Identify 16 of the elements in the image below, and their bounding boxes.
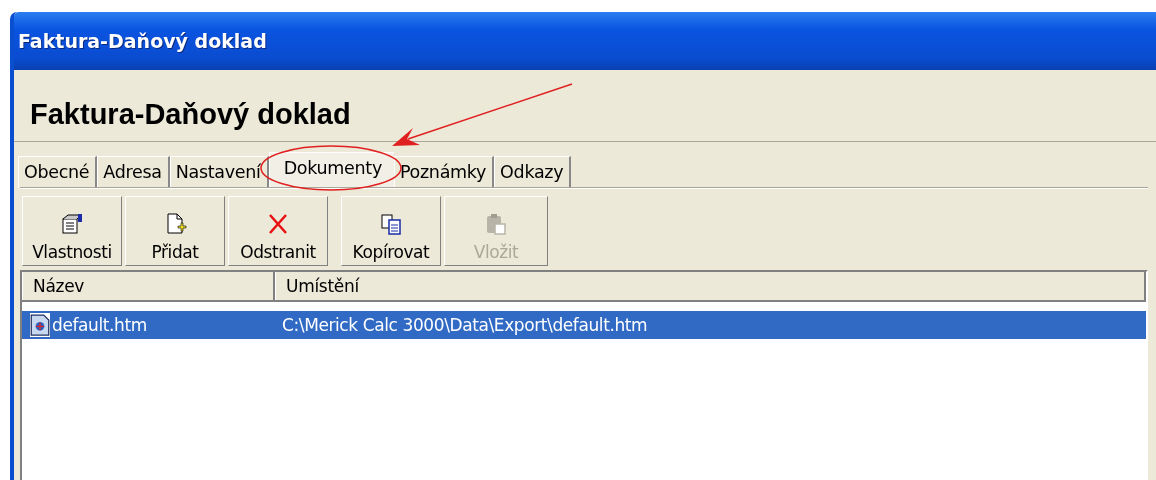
tab[interactable]: Adresa: [97, 156, 170, 188]
toolbar-button[interactable]: Odstranit: [228, 196, 328, 266]
table-cell: C:\Merick Calc 3000\Data\Export\default.htm: [282, 315, 648, 335]
toolbar-button[interactable]: Kopírovat: [341, 196, 441, 266]
toolbar-button[interactable]: Vlastnosti: [22, 196, 122, 266]
window-title: Faktura-Daňový doklad: [18, 30, 267, 52]
tab[interactable]: Odkazy: [494, 156, 572, 188]
tab[interactable]: Obecné: [18, 156, 98, 188]
column-header[interactable]: Umístění: [275, 272, 1146, 300]
tab[interactable]: Dokumenty: [268, 152, 394, 188]
dialog-heading: Faktura-Daňový doklad: [14, 70, 1156, 142]
column-header[interactable]: Název: [22, 272, 275, 300]
toolbar-button[interactable]: Přidat: [125, 196, 225, 266]
table-cell: default.htm: [52, 315, 147, 335]
tab[interactable]: Poznámky: [393, 156, 495, 188]
list-row[interactable]: default.htm C:\Merick Calc 3000\Data\Export\default.htm: [22, 311, 1146, 339]
